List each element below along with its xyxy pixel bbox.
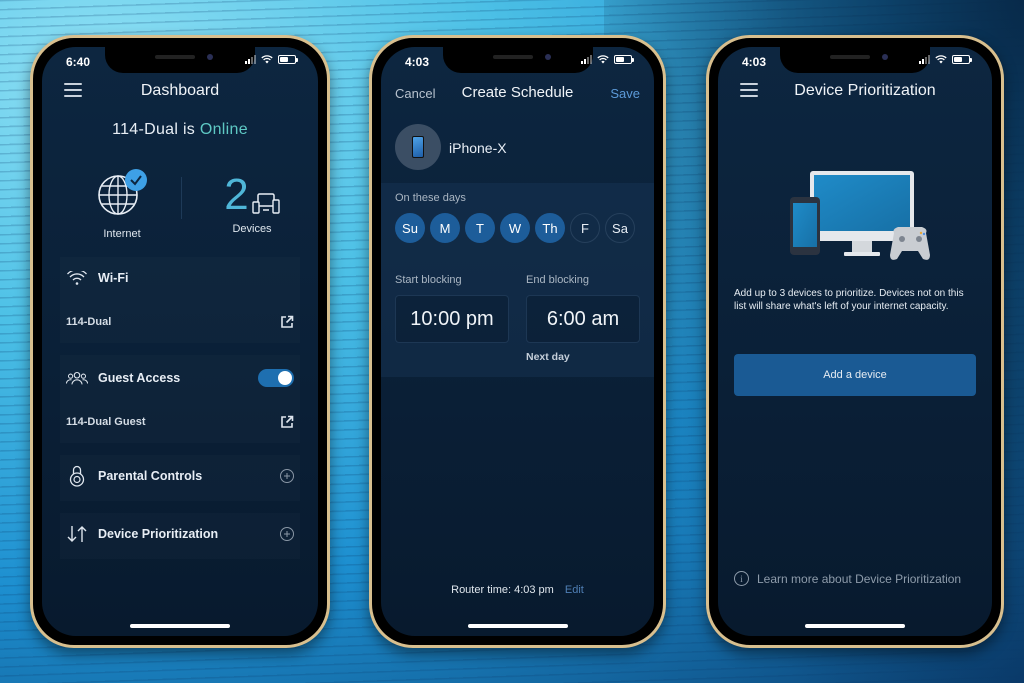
schedule-screen: 4:03 Cancel Create Schedule Save iPhone-…	[381, 47, 654, 636]
add-icon[interactable]	[280, 527, 294, 541]
prioritization-screen: 4:03 Device Prioritization Add up to 3 d…	[718, 47, 992, 636]
next-day-note: Next day	[526, 351, 570, 363]
internet-label: Internet	[103, 228, 141, 240]
internet-tile[interactable]: Internet	[62, 167, 182, 240]
globe-icon	[98, 169, 147, 215]
guest-access-label: Guest Access	[98, 371, 181, 385]
day-monday[interactable]: M	[430, 213, 460, 243]
day-wednesday[interactable]: W	[500, 213, 530, 243]
devices-icon	[252, 193, 280, 214]
prioritization-description: Add up to 3 devices to prioritize. Devic…	[734, 288, 964, 312]
devices-count: 2	[224, 170, 249, 219]
battery-icon	[614, 55, 634, 64]
signal-icon	[581, 55, 592, 64]
add-icon[interactable]	[280, 469, 294, 483]
device-header: iPhone-X	[381, 120, 654, 176]
guests-icon	[66, 369, 88, 387]
devices-label: Devices	[232, 223, 272, 235]
parental-controls-label: Parental Controls	[98, 469, 203, 483]
day-saturday[interactable]: Sa	[605, 213, 635, 243]
day-sunday[interactable]: Su	[395, 213, 425, 243]
day-thursday[interactable]: Th	[535, 213, 565, 243]
learn-more-text: Learn more about Device Prioritization	[757, 571, 962, 586]
router-name: 114-Dual is	[112, 121, 196, 138]
wifi-icon	[66, 269, 88, 287]
router-time-text: Router time: 4:03 pm	[451, 584, 554, 596]
day-tuesday[interactable]: T	[465, 213, 495, 243]
home-indicator[interactable]	[130, 624, 230, 628]
wifi-status-icon	[261, 55, 273, 64]
save-button[interactable]: Save	[610, 86, 640, 101]
wifi-label: Wi-Fi	[98, 271, 129, 285]
home-indicator[interactable]	[805, 624, 905, 628]
status-icons	[581, 55, 634, 64]
battery-icon	[278, 55, 298, 64]
guest-network-row[interactable]: 114-Dual Guest	[66, 415, 294, 429]
status-time: 6:40	[66, 55, 91, 69]
external-link-icon[interactable]	[280, 315, 294, 329]
day-friday[interactable]: F	[570, 213, 600, 243]
days-label: On these days	[395, 192, 466, 204]
dashboard-screen: 6:40 Dashboard 114-Dual is Online Intern…	[42, 47, 318, 636]
notch	[105, 47, 255, 73]
device-name: iPhone-X	[449, 140, 507, 156]
devices-illustration	[790, 171, 930, 260]
page-title: Device Prioritization	[794, 82, 936, 99]
device-prioritization-label: Device Prioritization	[98, 527, 219, 541]
start-time-field[interactable]: 10:00 pm	[395, 295, 509, 343]
status-icons	[919, 55, 972, 64]
wifi-network-name: 114-Dual	[66, 316, 112, 328]
device-prioritization-row[interactable]: Device Prioritization	[66, 525, 294, 543]
start-blocking-label: Start blocking	[395, 274, 462, 286]
home-indicator[interactable]	[467, 624, 568, 628]
notch	[780, 47, 930, 73]
guest-network-name: 114-Dual Guest	[66, 416, 146, 428]
devices-tile[interactable]: 2 Devices	[192, 167, 312, 235]
battery-icon	[952, 55, 972, 64]
device-avatar	[395, 124, 441, 170]
end-blocking-label: End blocking	[526, 274, 589, 286]
edit-router-time-link[interactable]: Edit	[565, 584, 584, 596]
notch	[442, 47, 593, 73]
end-time-field[interactable]: 6:00 am	[526, 295, 640, 343]
online-status: Online	[199, 121, 248, 138]
signal-icon	[245, 55, 256, 64]
wifi-status-icon	[935, 55, 947, 64]
page-title: Dashboard	[140, 82, 220, 99]
status-time: 4:03	[405, 55, 430, 69]
info-icon: i	[734, 571, 749, 586]
guest-access-row: Guest Access	[66, 369, 294, 387]
router-status: 114-Dual is Online	[42, 121, 318, 139]
external-link-icon[interactable]	[280, 415, 294, 429]
lock-icon	[66, 465, 88, 487]
wifi-status-icon	[597, 55, 609, 64]
signal-icon	[919, 55, 930, 64]
parental-controls-row[interactable]: Parental Controls	[66, 465, 294, 487]
add-device-button[interactable]: Add a device	[734, 354, 976, 396]
priority-arrows-icon	[66, 525, 88, 543]
gamepad-icon	[890, 227, 930, 260]
tile-divider	[181, 177, 182, 219]
status-icons	[245, 55, 298, 64]
status-time: 4:03	[742, 55, 767, 69]
phone-create-schedule: 4:03 Cancel Create Schedule Save iPhone-…	[369, 35, 666, 648]
wifi-header: Wi-Fi	[66, 269, 294, 287]
phone-device-prioritization: 4:03 Device Prioritization Add up to 3 d…	[706, 35, 1004, 648]
learn-more-link[interactable]: i Learn more about Device Prioritization	[734, 571, 982, 586]
router-time: Router time: 4:03 pm Edit	[381, 584, 654, 596]
day-selector: Su M T W Th F Sa	[395, 213, 635, 243]
phone-icon	[412, 136, 424, 158]
wifi-network-row[interactable]: 114-Dual	[66, 315, 294, 329]
phone-dashboard: 6:40 Dashboard 114-Dual is Online Intern…	[30, 35, 330, 648]
guest-access-toggle[interactable]	[258, 369, 294, 387]
